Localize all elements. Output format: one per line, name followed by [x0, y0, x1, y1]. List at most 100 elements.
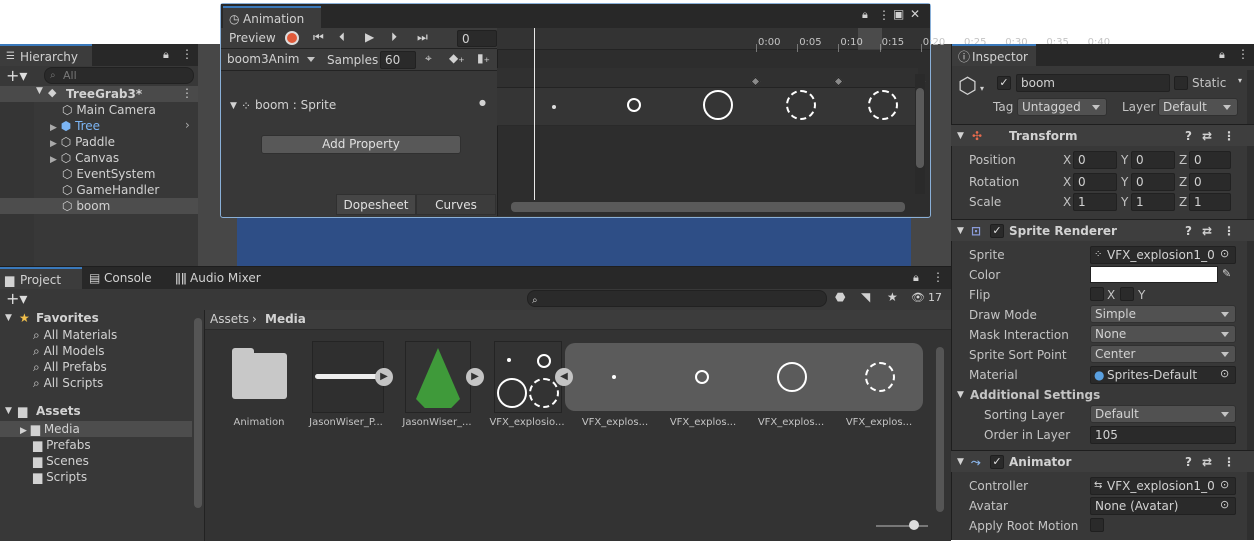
slider-handle[interactable]	[909, 520, 919, 530]
object-picker-icon[interactable]: ⊙	[1220, 498, 1229, 511]
hierarchy-item[interactable]: ▶ ⬡ Paddle	[50, 134, 115, 150]
menu-icon[interactable]: ⋮	[878, 8, 890, 22]
hierarchy-item[interactable]: ⬡ Main Camera	[62, 102, 156, 118]
static-checkbox[interactable]	[1174, 76, 1188, 90]
assets-scrollbar[interactable]	[936, 347, 944, 512]
hierarchy-item[interactable]: ⬡ boom	[62, 198, 110, 214]
favorite-item[interactable]: ⌕ All Materials	[33, 327, 117, 343]
collapse-sprite-icon[interactable]: ◀	[555, 368, 573, 386]
color-swatch[interactable]	[1090, 266, 1218, 283]
hierarchy-item[interactable]: ▶ ⬢ Tree	[50, 118, 100, 134]
expand-icon[interactable]: ▼	[36, 86, 43, 96]
sorting-layer-dropdown[interactable]: Default	[1090, 405, 1236, 423]
material-field[interactable]: ● Sprites-Default	[1090, 366, 1236, 384]
preset-icon[interactable]: ⇄	[1202, 220, 1212, 242]
position-z-field[interactable]: 0	[1189, 151, 1231, 169]
hierarchy-search-input[interactable]: ⌕ All	[44, 67, 194, 84]
folder-item[interactable]: ▆ Scenes	[33, 453, 89, 469]
next-key-icon[interactable]: ⏵	[391, 30, 397, 45]
expand-icon[interactable]: ▼	[230, 101, 237, 111]
hierarchy-item[interactable]: ▶ ⬡ Canvas	[50, 150, 119, 166]
icon-size-slider[interactable]	[876, 525, 928, 527]
x-axis-label[interactable]: X	[1063, 175, 1071, 189]
chevron-right-icon[interactable]: ›	[185, 118, 190, 132]
scene-menu-icon[interactable]: ⋮	[181, 86, 193, 100]
tree-scrollbar[interactable]	[194, 318, 202, 508]
expand-sprite-icon[interactable]: ▶	[466, 368, 484, 386]
z-axis-label[interactable]: Z	[1179, 195, 1187, 209]
maximize-icon[interactable]: ▣	[893, 7, 904, 21]
root-motion-checkbox[interactable]	[1090, 518, 1104, 532]
tab-curves[interactable]: Curves	[416, 194, 496, 215]
expand-icon[interactable]: ▼	[957, 390, 964, 400]
lock-icon[interactable]: 🔒︎	[1219, 48, 1225, 62]
expand-icon[interactable]: ▶	[50, 139, 57, 149]
tab-console[interactable]: ▤ Console	[84, 267, 168, 289]
breadcrumb-assets[interactable]: Assets	[210, 312, 249, 326]
sprite-renderer-header[interactable]: ▼ ⊡ ✓ Sprite Renderer ? ⇄ ⋮	[951, 219, 1254, 241]
position-x-field[interactable]: 0	[1073, 151, 1117, 169]
breadcrumb-media[interactable]: Media	[265, 312, 306, 326]
favorites-header[interactable]: Favorites	[36, 311, 99, 325]
y-axis-label[interactable]: Y	[1121, 153, 1128, 167]
expand-icon[interactable]: ▼	[957, 451, 964, 473]
playhead[interactable]	[534, 28, 535, 200]
clip-dropdown[interactable]: boom3Anim	[223, 51, 321, 69]
last-key-icon[interactable]: ⏭	[417, 30, 428, 45]
rotation-z-field[interactable]: 0	[1189, 173, 1231, 191]
mask-dropdown[interactable]: None	[1090, 325, 1236, 343]
summary-track[interactable]	[497, 68, 918, 88]
active-checkbox[interactable]: ✓	[997, 76, 1011, 90]
folder-item[interactable]: ▶ ▆ Media	[20, 421, 80, 437]
favorite-item[interactable]: ⌕ All Scripts	[33, 375, 103, 391]
horizontal-scrollbar[interactable]	[511, 202, 905, 212]
z-axis-label[interactable]: Z	[1179, 153, 1187, 167]
x-axis-label[interactable]: X	[1063, 195, 1071, 209]
object-picker-icon[interactable]: ⊙	[1220, 478, 1229, 491]
rotation-y-field[interactable]: 0	[1131, 173, 1175, 191]
menu-icon[interactable]: ⋮	[932, 270, 944, 284]
component-menu-icon[interactable]: ⋮	[1223, 451, 1235, 473]
object-picker-icon[interactable]: ⊙	[1220, 367, 1229, 380]
assets-header[interactable]: Assets	[36, 404, 81, 418]
scale-x-field[interactable]: 1	[1073, 193, 1117, 211]
icon-dropdown-icon[interactable]: ▾	[980, 84, 984, 93]
expand-icon[interactable]: ▶	[50, 123, 57, 133]
close-icon[interactable]: ✕	[910, 7, 920, 21]
object-picker-icon[interactable]: ⊙	[1220, 247, 1229, 260]
component-menu-icon[interactable]: ⋮	[1223, 220, 1235, 242]
prev-key-icon[interactable]: ⏴	[339, 30, 345, 45]
favorite-item[interactable]: ⌕ All Prefabs	[33, 359, 107, 375]
frame-field[interactable]: 0	[457, 30, 497, 47]
position-y-field[interactable]: 0	[1131, 151, 1175, 169]
help-icon[interactable]: ?	[1185, 220, 1192, 242]
animator-header[interactable]: ▼ ⤳ ✓ Animator ? ⇄ ⋮	[951, 450, 1254, 472]
filter-type-icon[interactable]: ⬣	[835, 290, 845, 304]
sprite-field[interactable]: ⁘ VFX_explosion1_0	[1090, 246, 1236, 264]
filter-label-icon[interactable]: ◥	[861, 290, 870, 304]
scale-z-field[interactable]: 1	[1189, 193, 1231, 211]
help-icon[interactable]: ?	[1185, 125, 1192, 147]
help-icon[interactable]: ?	[1185, 451, 1192, 473]
flip-y-checkbox[interactable]	[1120, 287, 1134, 301]
expand-icon[interactable]: ▼	[957, 125, 964, 147]
enabled-checkbox[interactable]: ✓	[990, 455, 1004, 469]
expand-icon[interactable]: ▼	[5, 313, 12, 323]
enabled-checkbox[interactable]: ✓	[990, 224, 1004, 238]
expand-icon[interactable]: ▶	[50, 155, 57, 165]
animation-tab[interactable]: ◷ Animation	[223, 6, 321, 28]
expand-icon[interactable]: ▼	[957, 220, 964, 242]
controller-field[interactable]: ⇆ VFX_explosion1_0	[1090, 477, 1236, 495]
tag-dropdown[interactable]: Untagged	[1017, 98, 1107, 116]
tab-audio-mixer[interactable]: ǁǁ Audio Mixer	[170, 267, 280, 289]
preset-icon[interactable]: ⇄	[1202, 451, 1212, 473]
folder-icon[interactable]	[232, 353, 287, 399]
y-axis-label[interactable]: Y	[1121, 195, 1128, 209]
menu-icon[interactable]: ⋮	[1237, 47, 1249, 61]
favorite-icon[interactable]: ★	[887, 290, 898, 304]
create-icon[interactable]: +▾	[6, 289, 27, 308]
asset-thumbnail[interactable]	[405, 341, 471, 413]
z-axis-label[interactable]: Z	[1179, 175, 1187, 189]
property-options-icon[interactable]: ●	[479, 98, 486, 107]
asset-thumbnail[interactable]	[312, 341, 385, 413]
